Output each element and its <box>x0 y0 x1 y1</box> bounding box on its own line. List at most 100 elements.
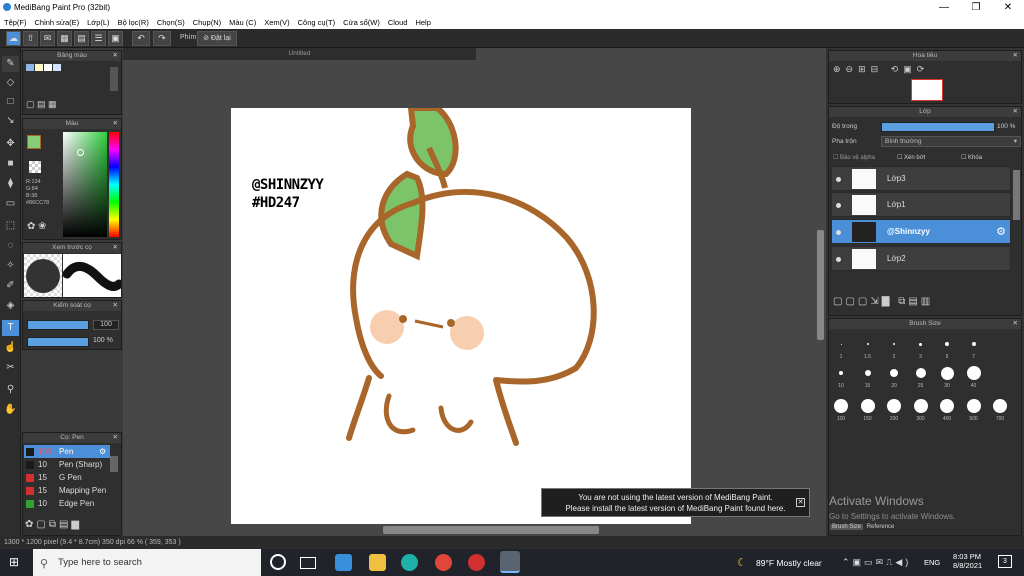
medibang-icon[interactable] <box>500 551 520 573</box>
tab-reference[interactable]: Reference <box>865 524 897 530</box>
edge-icon[interactable] <box>401 554 418 571</box>
layer-row[interactable]: Lớp1 <box>831 192 1011 217</box>
brush-size-dot[interactable] <box>966 366 981 380</box>
fill-brush-icon[interactable]: ↘ <box>2 113 19 129</box>
upload-icon[interactable]: ⇧ <box>23 31 38 46</box>
close-icon[interactable]: ✕ <box>113 301 118 311</box>
widgets-icon[interactable] <box>300 557 316 569</box>
eye-icon[interactable] <box>836 203 841 208</box>
drawing-canvas[interactable] <box>231 105 691 524</box>
brush-item[interactable]: 10 Edge Pen <box>24 497 110 510</box>
operation-tool-icon[interactable]: ☝ <box>2 340 19 356</box>
vertical-scrollbar[interactable] <box>817 230 824 340</box>
taskbar-search[interactable]: Type here to search <box>33 549 261 576</box>
gradient-tool-icon[interactable]: ▭ <box>2 196 19 212</box>
close-icon[interactable]: ✕ <box>1013 51 1018 61</box>
text-tool-icon[interactable]: T <box>2 320 19 336</box>
eye-icon[interactable] <box>836 177 841 182</box>
brush-size-value[interactable]: 100 <box>93 320 119 330</box>
menu-cloud[interactable]: Cloud <box>384 18 412 27</box>
layer-scrollbar[interactable] <box>1013 170 1020 220</box>
maximize-button[interactable]: ❐ <box>961 0 991 16</box>
chrome-profile-icon[interactable] <box>468 554 485 571</box>
picker-cursor[interactable] <box>77 149 84 156</box>
list-icon[interactable]: ☰ <box>91 31 106 46</box>
brush-item[interactable]: 15 Mapping Pen <box>24 484 110 497</box>
bucket-tool-icon[interactable]: ⧫ <box>2 176 19 192</box>
close-icon[interactable]: ✕ <box>796 498 805 507</box>
magic-wand-icon[interactable]: ✧ <box>2 258 19 274</box>
layer-row[interactable]: Lớp2 <box>831 246 1011 271</box>
close-icon[interactable]: ✕ <box>113 51 118 61</box>
brush-size-slider[interactable] <box>27 320 89 330</box>
select-pen-icon[interactable]: ✐ <box>2 278 19 294</box>
lock-checkbox[interactable]: ☐ Khóa <box>961 154 982 161</box>
brush-list-actions[interactable]: ✿▢⧉▤▆ <box>25 519 82 530</box>
palette-actions[interactable]: ▢ ▤ ▦ <box>26 99 57 110</box>
brush-size-dot[interactable] <box>866 343 869 345</box>
blend-mode-select[interactable]: Bình thường ▾ <box>881 136 1021 147</box>
minimize-button[interactable]: — <box>929 0 959 16</box>
brush-size-dot[interactable] <box>887 399 901 413</box>
windows-start-icon[interactable]: ⊞ <box>9 555 23 569</box>
file-explorer-icon[interactable] <box>369 554 386 571</box>
menu-layer[interactable]: Lớp(L) <box>83 18 113 27</box>
tray-icons[interactable]: ⌃▣▭✉⎍◀) <box>842 557 911 568</box>
brush-opacity-slider[interactable] <box>27 337 89 347</box>
update-notice[interactable]: You are not using the latest version of … <box>541 488 810 517</box>
menu-edit[interactable]: Chỉnh sửa(E) <box>31 18 84 27</box>
navigator-thumbnail[interactable] <box>911 79 943 101</box>
brush-size-dot[interactable] <box>966 399 981 413</box>
frame-icon[interactable]: ▣ <box>108 31 123 46</box>
menu-capture[interactable]: Chụp(N) <box>189 18 225 27</box>
gear-icon[interactable]: ⚙ <box>99 445 106 458</box>
brush-size-dot[interactable] <box>840 343 842 345</box>
chrome-icon[interactable] <box>435 554 452 571</box>
select-eraser-icon[interactable]: ◈ <box>2 298 19 314</box>
move-tool-icon[interactable]: ✥ <box>2 136 19 152</box>
clipping-checkbox[interactable]: ☐ Xén bớt <box>897 154 925 161</box>
eye-icon[interactable] <box>836 257 841 262</box>
horizontal-scrollbar[interactable] <box>383 526 599 534</box>
lasso-tool-icon[interactable]: ◌ <box>2 238 19 254</box>
brush-size-dot[interactable] <box>890 369 898 377</box>
close-icon[interactable]: ✕ <box>1013 319 1018 329</box>
menu-tools[interactable]: Công cụ(T) <box>294 18 340 27</box>
brush-item[interactable]: 100 Pen ⚙ <box>24 445 110 458</box>
eyedropper-icon[interactable]: ⚲ <box>2 382 19 398</box>
grid-icon[interactable]: ▦ <box>57 31 72 46</box>
mail-icon[interactable] <box>335 554 352 571</box>
comment-icon[interactable]: ✉ <box>40 31 55 46</box>
brush-item[interactable]: 10 Pen (Sharp) <box>24 458 110 471</box>
menu-window[interactable]: Cửa sổ(W) <box>339 18 384 27</box>
notification-button[interactable]: 3 <box>998 555 1012 568</box>
redo-button[interactable]: ↷ <box>153 31 171 46</box>
brush-size-dot[interactable] <box>971 342 976 346</box>
brush-size-dot[interactable] <box>839 371 843 375</box>
divide-tool-icon[interactable]: ✂ <box>2 360 19 376</box>
close-icon[interactable]: ✕ <box>1013 107 1018 117</box>
dot-tool-icon[interactable]: □ <box>2 94 19 110</box>
menu-view[interactable]: Xem(V) <box>260 18 293 27</box>
palette-swatch[interactable] <box>44 64 52 71</box>
palette-swatch[interactable] <box>35 64 43 71</box>
close-icon[interactable]: ✕ <box>113 433 118 443</box>
menu-file[interactable]: Tệp(F) <box>0 18 31 27</box>
menu-help[interactable]: Help <box>411 18 434 27</box>
layer-actions[interactable]: ▢▢▢⇲▇ ⧉▤▥ <box>833 296 933 307</box>
palette-swatch[interactable] <box>53 64 61 71</box>
select-tool-icon[interactable]: ⬚ <box>2 218 19 234</box>
brush-size-dot[interactable] <box>940 399 954 413</box>
tab-brush-size[interactable]: Brush Size <box>830 524 864 530</box>
reset-button[interactable]: ⊘ Đặt lại <box>197 31 237 46</box>
menu-filter[interactable]: Bộ lọc(R) <box>114 18 153 27</box>
language-indicator[interactable]: ENG <box>924 558 940 567</box>
brush-tool-icon[interactable]: ✎ <box>2 56 19 72</box>
brush-size-dot[interactable] <box>913 399 928 413</box>
protect-alpha-checkbox[interactable]: ☐ Bảo vệ alpha <box>833 154 875 161</box>
hue-slider[interactable] <box>109 132 119 237</box>
primary-color-swatch[interactable] <box>27 135 41 149</box>
eraser-tool-icon[interactable]: ◇ <box>2 75 19 91</box>
layer-row[interactable]: Lớp3 <box>831 166 1011 191</box>
close-icon[interactable]: ✕ <box>113 243 118 253</box>
